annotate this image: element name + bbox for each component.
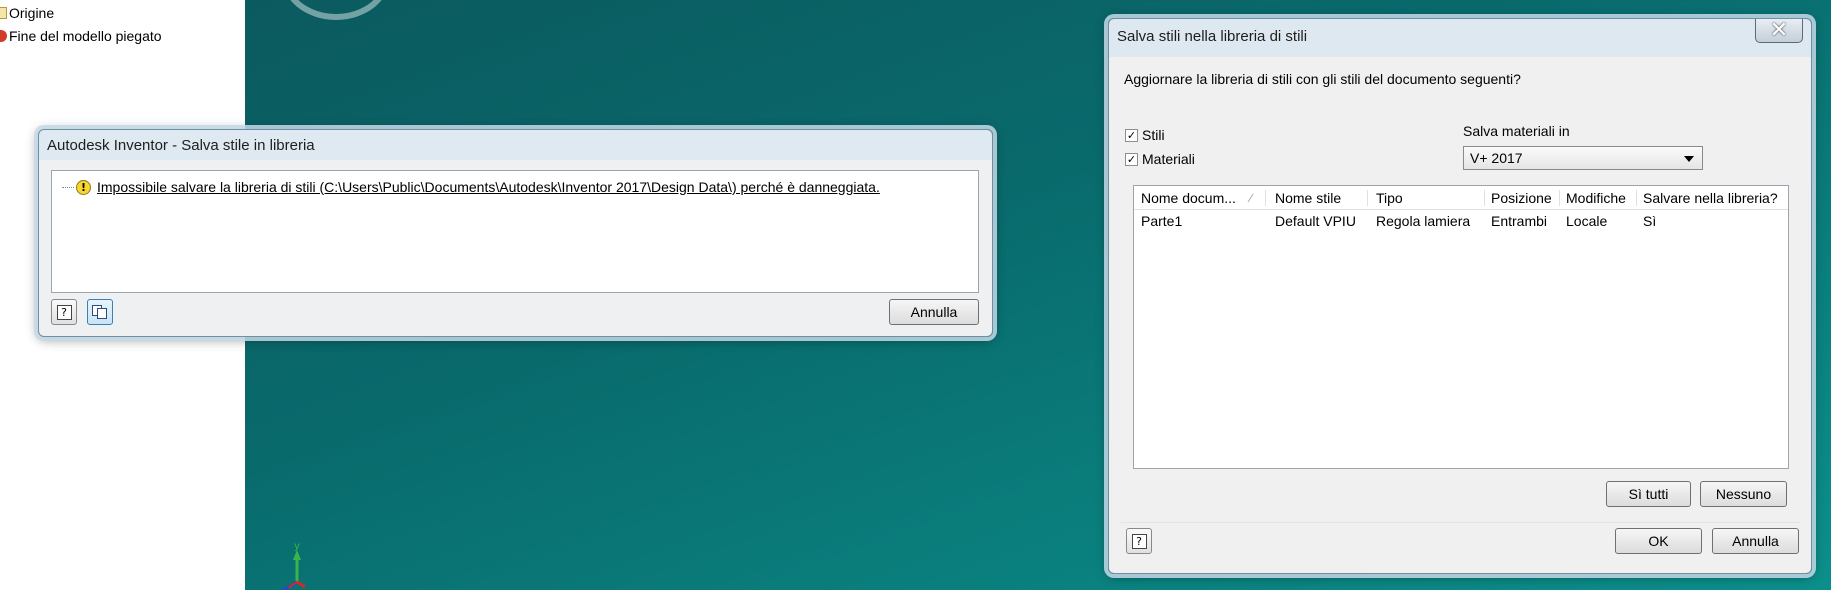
question-text: Aggiornare la libreria di stili con gli … [1124, 71, 1521, 87]
column-header-changes[interactable]: Modifiche [1566, 190, 1626, 210]
cancel-button[interactable]: Annulla [889, 299, 979, 325]
origin-folder-icon [0, 7, 7, 19]
select-value: V+ 2017 [1470, 150, 1523, 166]
none-button[interactable]: Nessuno [1700, 481, 1787, 507]
end-of-folded-model-icon [0, 30, 7, 42]
browser-item-label: Fine del modello piegato [9, 28, 162, 44]
column-header-type[interactable]: Tipo [1376, 190, 1403, 210]
help-icon: ? [1131, 533, 1147, 549]
svg-text:y: y [294, 541, 300, 552]
column-header-location[interactable]: Posizione [1491, 190, 1552, 210]
ok-button[interactable]: OK [1615, 528, 1702, 554]
help-button[interactable]: ? [51, 299, 77, 325]
help-icon: ? [56, 304, 72, 320]
save-materials-select[interactable]: V+ 2017 [1463, 146, 1703, 170]
help-button[interactable]: ? [1126, 528, 1152, 554]
save-styles-dialog: Salva stili nella libreria di stili ✕ Ag… [1108, 18, 1812, 574]
checkbox-label: Stili [1142, 127, 1165, 143]
browser-item-label: Origine [9, 5, 55, 21]
styles-checkbox[interactable]: ✓ Stili [1125, 127, 1165, 143]
dialog-title: Salva stili nella libreria di stili [1117, 28, 1308, 45]
browser-item-origin[interactable]: Origine [0, 3, 54, 23]
message-row[interactable]: ! Impossibile salvare la libreria di sti… [62, 179, 880, 195]
cell-changes: Locale [1566, 213, 1608, 229]
cancel-button[interactable]: Annulla [1712, 528, 1799, 554]
cell-save[interactable]: Sì [1643, 213, 1656, 229]
table-header: Nome docum... ∕ Nome stile Tipo Posizion… [1134, 186, 1788, 210]
dropdown-arrow-icon [1684, 156, 1694, 162]
warning-icon: ! [76, 179, 91, 195]
style-save-error-dialog: Autodesk Inventor - Salva stile in libre… [38, 129, 993, 337]
browser-item-end-of-folded[interactable]: Fine del modello piegato [0, 26, 162, 46]
error-message[interactable]: Impossibile salvare la libreria di stili… [97, 179, 880, 195]
column-header-style[interactable]: Nome stile [1275, 190, 1341, 210]
checkbox-label: Materiali [1142, 151, 1195, 167]
close-icon[interactable]: ✕ [1755, 18, 1803, 43]
column-header-save[interactable]: Salvare nella libreria? [1643, 190, 1778, 210]
checkbox-mark: ✓ [1125, 128, 1138, 142]
cell-location: Entrambi [1491, 213, 1548, 229]
yes-all-button[interactable]: Sì tutti [1606, 481, 1691, 507]
styles-table: Nome docum... ∕ Nome stile Tipo Posizion… [1133, 185, 1789, 469]
copy-icon [92, 305, 108, 319]
axis-triad-icon: y [281, 541, 305, 590]
checkbox-mark: ✓ [1125, 152, 1138, 166]
navigation-ring-icon[interactable] [281, 0, 391, 20]
divider [1121, 522, 1801, 523]
sort-indicator-icon: ∕ [1250, 191, 1253, 205]
save-materials-label: Salva materiali in [1463, 123, 1570, 139]
copy-button[interactable] [87, 299, 113, 325]
cell-type: Regola lamiera [1376, 213, 1471, 229]
cell-style: Default VPIU [1275, 213, 1356, 229]
dialog-title: Autodesk Inventor - Salva stile in libre… [47, 137, 315, 154]
cell-document: Parte1 [1141, 213, 1183, 229]
materials-checkbox[interactable]: ✓ Materiali [1125, 151, 1195, 167]
message-list: ! Impossibile salvare la libreria di sti… [51, 170, 979, 293]
tree-connector [62, 186, 74, 188]
column-header-document[interactable]: Nome docum... [1141, 190, 1236, 210]
